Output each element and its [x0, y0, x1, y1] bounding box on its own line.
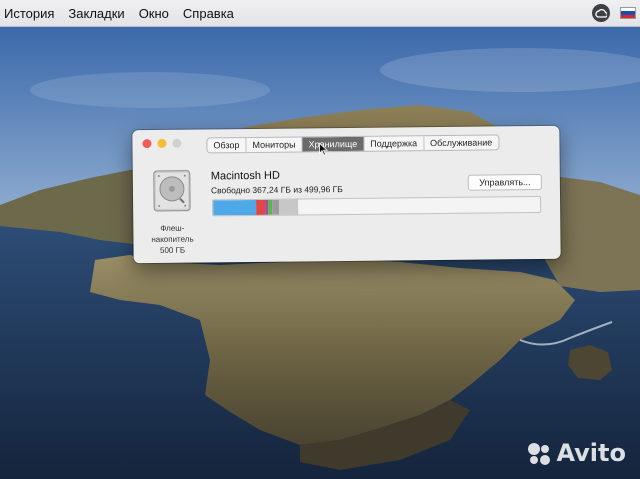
- storage-segment-system: [213, 199, 256, 216]
- disk-type-line2: накопитель: [151, 234, 194, 245]
- storage-segment-apps: [255, 199, 266, 215]
- about-this-mac-window: Обзор Мониторы Хранилище Поддержка Обслу…: [132, 125, 561, 264]
- menu-bar: История Закладки Окно Справка: [0, 0, 640, 27]
- minimize-button[interactable]: [157, 138, 167, 148]
- avito-watermark: Avito: [526, 439, 626, 467]
- menu-bookmarks[interactable]: Закладки: [61, 6, 131, 21]
- tab-service[interactable]: Обслуживание: [424, 135, 498, 150]
- menu-history[interactable]: История: [0, 6, 61, 21]
- disk-type-label: Флеш- накопитель 500 ГБ: [142, 223, 202, 257]
- disk-free-space: Свободно 367,24 ГБ из 499,96 ГБ: [210, 184, 343, 196]
- zoom-button[interactable]: [172, 138, 182, 148]
- avito-logo-icon: [528, 443, 551, 465]
- tab-support[interactable]: Поддержка: [364, 136, 425, 151]
- creative-cloud-icon[interactable]: [592, 4, 610, 22]
- manage-button[interactable]: Управлять...: [467, 173, 542, 191]
- storage-segment-purgeable: [278, 199, 299, 215]
- watermark-text: Avito: [556, 439, 626, 467]
- mouse-cursor-icon: [319, 142, 329, 156]
- close-button[interactable]: [142, 139, 152, 149]
- menu-bar-status: [592, 4, 636, 22]
- storage-usage-bar: [212, 195, 542, 217]
- menu-window[interactable]: Окно: [132, 6, 176, 21]
- hard-drive-icon: [153, 170, 191, 212]
- tab-displays[interactable]: Мониторы: [246, 137, 303, 153]
- disk-type-line1: Флеш-: [160, 223, 185, 233]
- tab-storage[interactable]: Хранилище: [302, 136, 365, 152]
- disk-capacity: 500 ГБ: [159, 245, 186, 255]
- tab-overview[interactable]: Обзор: [207, 138, 247, 153]
- disk-name: Macintosh HD: [210, 169, 280, 183]
- menu-help[interactable]: Справка: [176, 6, 241, 21]
- russian-flag-icon[interactable]: [620, 7, 636, 19]
- tab-bar: Обзор Мониторы Хранилище Поддержка Обслу…: [206, 134, 500, 154]
